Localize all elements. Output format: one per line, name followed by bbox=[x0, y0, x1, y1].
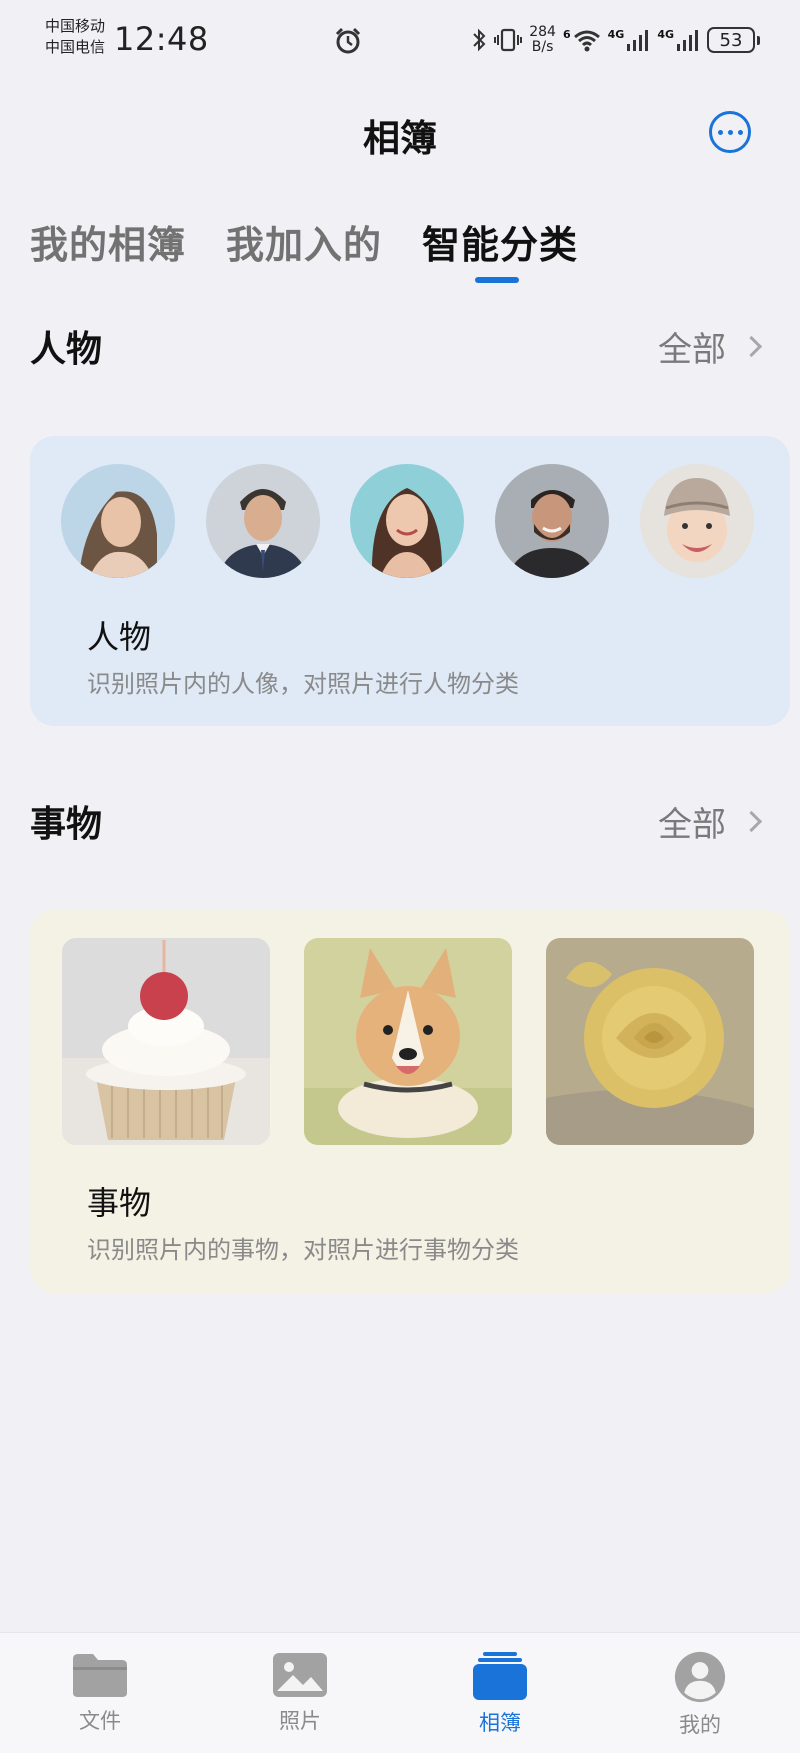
thing-thumbnail[interactable] bbox=[546, 938, 754, 1145]
bluetooth-icon bbox=[473, 28, 486, 52]
people-section-title: 人物 bbox=[30, 329, 103, 370]
nav-files[interactable]: 文件 bbox=[40, 1651, 160, 1735]
things-see-all-link[interactable]: 全部 bbox=[658, 797, 765, 846]
nav-profile[interactable]: 我的 bbox=[640, 1651, 760, 1739]
status-bar: 中国移动 中国电信 12:48 284 B/s 6 4G 4G 53 bbox=[0, 0, 800, 80]
person-avatar[interactable] bbox=[206, 464, 320, 578]
person-avatar[interactable] bbox=[350, 464, 464, 578]
album-icon bbox=[473, 1652, 527, 1700]
things-card-description: 识别照片内的事物，对照片进行事物分类 bbox=[87, 1236, 519, 1264]
active-tab-indicator bbox=[475, 277, 519, 283]
carrier-info: 中国移动 中国电信 bbox=[45, 16, 105, 58]
vibrate-icon bbox=[494, 28, 523, 52]
status-indicators: 284 B/s 6 4G 4G 53 bbox=[471, 22, 760, 58]
wifi-icon bbox=[573, 30, 600, 52]
chevron-right-icon bbox=[740, 810, 763, 833]
signal-2-tag: 4G bbox=[657, 28, 674, 41]
signal-1-icon bbox=[627, 30, 649, 51]
wifi-indicator: 6 bbox=[563, 28, 601, 52]
signal-2-icon bbox=[677, 30, 698, 51]
more-dot bbox=[717, 129, 723, 135]
alarm-icon bbox=[335, 27, 361, 54]
folder-icon bbox=[73, 1654, 127, 1697]
person-photo bbox=[640, 464, 754, 578]
profile-icon bbox=[674, 1651, 726, 1703]
tab-my-albums[interactable]: 我的相簿 bbox=[30, 214, 186, 269]
nav-photos-label: 照片 bbox=[279, 1709, 321, 1733]
carrier-1-label: 中国移动 bbox=[45, 17, 106, 35]
people-see-all-label: 全部 bbox=[658, 330, 726, 370]
person-avatar[interactable] bbox=[640, 464, 754, 578]
nav-albums[interactable]: 相簿 bbox=[440, 1651, 560, 1737]
more-options-button[interactable] bbox=[709, 111, 751, 153]
bottom-navigation: 文件 照片 相簿 我的 bbox=[0, 1632, 800, 1753]
tab-joined-albums[interactable]: 我加入的 bbox=[226, 214, 382, 269]
people-card-title: 人物 bbox=[87, 618, 152, 656]
more-dot bbox=[737, 129, 743, 135]
rose-photo bbox=[546, 938, 754, 1145]
signal-1-tag: 4G bbox=[607, 28, 625, 41]
battery-level: 53 bbox=[707, 27, 755, 53]
things-card-title: 事物 bbox=[87, 1184, 152, 1222]
corgi-photo bbox=[304, 938, 512, 1145]
people-card-description: 识别照片内的人像，对照片进行人物分类 bbox=[87, 670, 519, 698]
album-tabs: 我的相簿 我加入的 智能分类 bbox=[30, 214, 578, 269]
people-see-all-link[interactable]: 全部 bbox=[658, 322, 765, 371]
network-speed: 284 B/s bbox=[529, 25, 556, 55]
battery-nub bbox=[757, 35, 760, 45]
person-photo bbox=[350, 464, 464, 578]
chevron-right-icon bbox=[740, 335, 763, 358]
thing-thumbnail[interactable] bbox=[304, 938, 512, 1145]
person-avatar[interactable] bbox=[61, 464, 175, 578]
person-avatar[interactable] bbox=[495, 464, 609, 578]
signal-2-indicator: 4G bbox=[657, 28, 700, 52]
network-speed-unit: B/s bbox=[531, 39, 554, 55]
thing-thumbnail[interactable] bbox=[62, 938, 270, 1145]
things-see-all-label: 全部 bbox=[658, 805, 726, 845]
nav-files-label: 文件 bbox=[79, 1709, 121, 1733]
cupcake-photo bbox=[62, 938, 270, 1145]
status-time: 12:48 bbox=[114, 20, 209, 58]
photo-icon bbox=[273, 1653, 327, 1697]
nav-profile-label: 我的 bbox=[679, 1713, 721, 1737]
nav-albums-label: 相簿 bbox=[479, 1711, 521, 1735]
person-photo bbox=[495, 464, 609, 578]
page-title: 相簿 bbox=[363, 117, 437, 160]
network-speed-value: 284 bbox=[529, 24, 556, 40]
nav-photos[interactable]: 照片 bbox=[240, 1651, 360, 1735]
wifi-tag: 6 bbox=[562, 28, 571, 41]
person-photo bbox=[61, 464, 175, 578]
more-dot bbox=[727, 129, 733, 135]
signal-1-indicator: 4G bbox=[608, 28, 651, 52]
battery-indicator: 53 bbox=[707, 27, 760, 53]
tab-smart-categories[interactable]: 智能分类 bbox=[422, 214, 578, 269]
people-category-card[interactable]: 人物 识别照片内的人像，对照片进行人物分类 bbox=[30, 436, 790, 726]
things-category-card[interactable]: 事物 识别照片内的事物，对照片进行事物分类 bbox=[30, 910, 790, 1293]
person-photo bbox=[206, 464, 320, 578]
carrier-2-label: 中国电信 bbox=[45, 38, 106, 56]
things-section-title: 事物 bbox=[30, 804, 103, 845]
